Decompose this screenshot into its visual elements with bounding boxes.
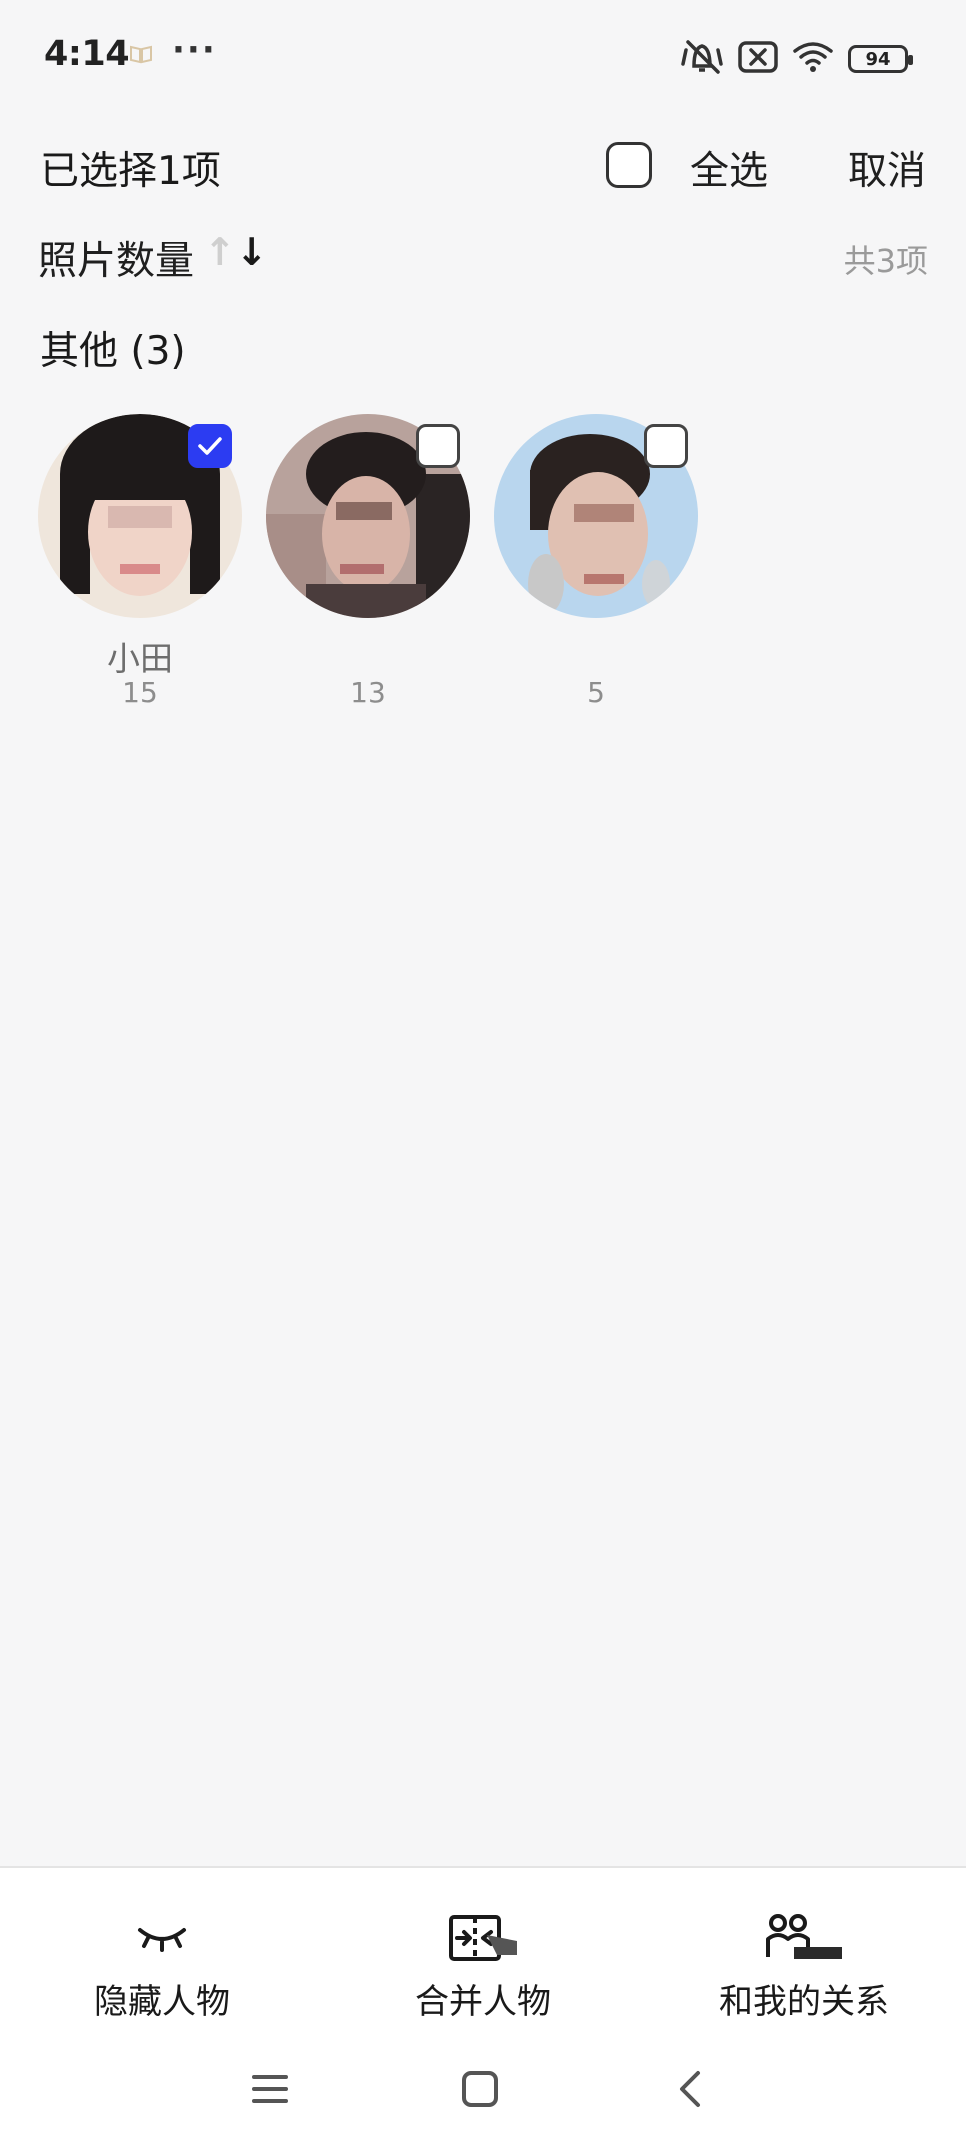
merge-person-label: 合并人物 (415, 1982, 551, 2022)
person-select-checkbox[interactable] (416, 424, 460, 468)
person-select-checkbox-checked[interactable] (188, 424, 232, 468)
battery-icon: 94 (848, 45, 913, 73)
hide-person-label: 隐藏人物 (94, 1982, 230, 2022)
status-icons: 94 (680, 38, 913, 80)
battery-level: 94 (865, 48, 891, 70)
select-all-button[interactable]: 全选 (690, 140, 768, 196)
status-bar: 4:14 ··· 94 (0, 0, 966, 115)
sort-up-icon: ↑ (204, 230, 236, 274)
hidden-eye-icon (42, 1908, 282, 1968)
relationship-button[interactable]: 和我的关系 (684, 1908, 924, 2023)
status-time: 4:14 (44, 34, 130, 74)
bottom-toolbar: 隐藏人物 合并人物 和我的关系 (0, 1866, 966, 2036)
merge-person-button[interactable]: 合并人物 (363, 1908, 603, 2023)
more-dots: ··· (172, 30, 217, 70)
hide-person-button[interactable]: 隐藏人物 (42, 1908, 282, 2023)
no-sim-icon (738, 41, 778, 77)
person-name: 小田 (107, 639, 173, 678)
person-select-checkbox[interactable] (644, 424, 688, 468)
sort-row: 照片数量 ↑↓ 共3项 (0, 226, 966, 286)
person-name (494, 632, 698, 672)
person-photo-count: 5 (587, 676, 605, 709)
sort-by-photo-count-button[interactable]: 照片数量 (38, 230, 194, 286)
back-icon (680, 2071, 700, 2107)
system-nav-bar (0, 2036, 966, 2146)
relationship-icon (684, 1908, 924, 1968)
selected-count: 已选择1项 (40, 149, 221, 194)
sort-down-icon: ↓ (235, 230, 268, 274)
sort-order-icon[interactable]: ↑↓ (204, 230, 268, 274)
cancel-button[interactable]: 取消 (848, 140, 926, 196)
book-icon (130, 44, 152, 69)
merge-icon (363, 1908, 603, 1968)
relationship-label: 和我的关系 (719, 1982, 889, 2022)
mute-vibrate-icon (680, 38, 724, 80)
screen: 4:14 ··· 94 已选择1项 全选 取消 照片数量 ↑↓ 共3项 其他 (… (0, 0, 966, 2146)
wifi-icon (792, 41, 834, 77)
select-all-checkbox[interactable] (606, 142, 652, 188)
menu-nav-button[interactable] (240, 2064, 300, 2114)
person-photo-count: 13 (350, 676, 386, 709)
home-icon (462, 2071, 498, 2107)
section-title: 其他 (3) (40, 329, 186, 374)
total-count: 共3项 (843, 242, 928, 280)
check-icon (198, 437, 222, 455)
person-photo-count: 15 (122, 676, 158, 709)
back-nav-button[interactable] (660, 2064, 720, 2114)
selection-header: 已选择1项 全选 取消 (0, 120, 966, 204)
home-nav-button[interactable] (450, 2064, 510, 2114)
menu-icon (252, 2075, 288, 2103)
person-name (266, 632, 470, 672)
